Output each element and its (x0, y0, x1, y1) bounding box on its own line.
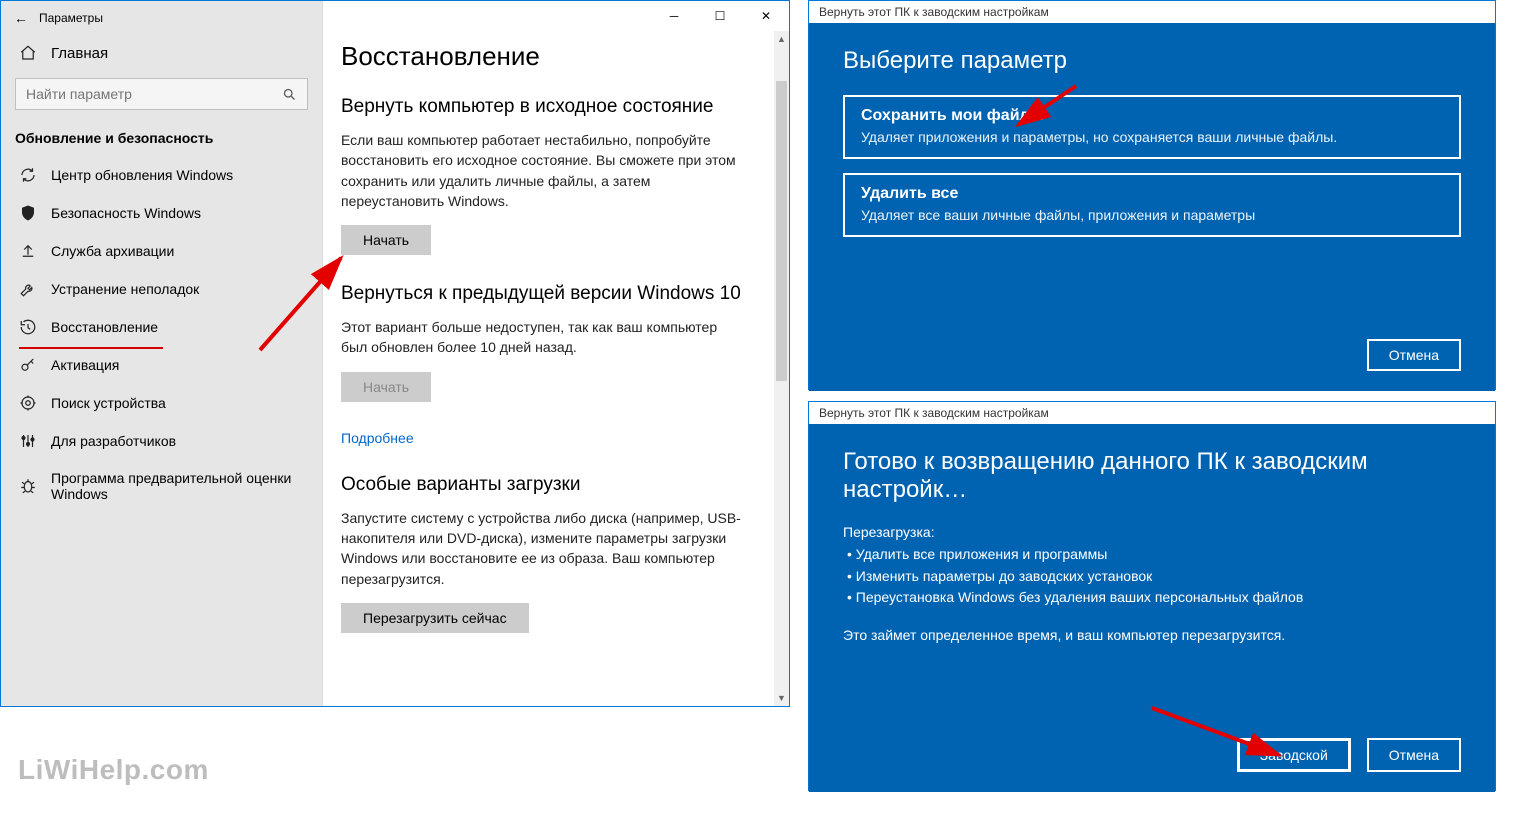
reset-dialog-ready: Вернуть этот ПК к заводским настройкам Г… (808, 401, 1496, 791)
shield-icon (19, 204, 37, 222)
option-remove-all[interactable]: Удалить все Удаляет все ваши личные файл… (843, 173, 1461, 237)
cancel-button[interactable]: Отмена (1367, 339, 1461, 371)
reset-start-button[interactable]: Начать (341, 225, 431, 255)
scrollbar-thumb[interactable] (776, 81, 787, 381)
sidebar-item-label: Устранение неполадок (51, 281, 199, 297)
sidebar-item-troubleshoot[interactable]: Устранение неполадок (1, 270, 322, 308)
watermark: LiWiHelp.com (18, 754, 209, 786)
sidebar-item-update[interactable]: Центр обновления Windows (1, 156, 322, 194)
sidebar-item-insider[interactable]: Программа предварительной оценки Windows (1, 460, 322, 512)
sidebar-home[interactable]: Главная (1, 34, 322, 72)
back-button[interactable]: ← (7, 10, 35, 26)
settings-sidebar: ← Параметры Главная Обновление и безопас… (1, 1, 323, 706)
sidebar-item-recovery[interactable]: Восстановление (1, 308, 322, 346)
option-desc: Удаляет все ваши личные файлы, приложени… (861, 207, 1443, 223)
bullet-item: Изменить параметры до заводских установо… (847, 566, 1461, 588)
minimize-button[interactable]: ─ (651, 1, 697, 31)
annotation-underline (19, 347, 163, 349)
reset-heading: Вернуть компьютер в исходное состояние (341, 96, 744, 118)
bullet-item: Переустановка Windows без удаления ваших… (847, 587, 1461, 609)
reset-body: Если ваш компьютер работает нестабильно,… (341, 130, 744, 211)
option-desc: Удаляет приложения и параметры, но сохра… (861, 129, 1443, 145)
sidebar-item-label: Служба архивации (51, 243, 174, 259)
revert-heading: Вернуться к предыдущей версии Windows 10 (341, 283, 744, 305)
settings-window: ← Параметры Главная Обновление и безопас… (0, 0, 790, 707)
revert-body: Этот вариант больше недоступен, так как … (341, 317, 744, 358)
cancel-button[interactable]: Отмена (1367, 738, 1461, 772)
sidebar-item-label: Поиск устройства (51, 395, 166, 411)
upload-icon (19, 242, 37, 260)
settings-content: ─ ☐ ✕ ▲ ▼ Восстановление Вернуть компьют… (323, 1, 789, 706)
titlebar: ← Параметры (1, 1, 322, 34)
sidebar-item-developers[interactable]: Для разработчиков (1, 422, 322, 460)
home-icon (19, 44, 37, 62)
sidebar-item-label: Для разработчиков (51, 433, 176, 449)
sidebar-item-backup[interactable]: Служба архивации (1, 232, 322, 270)
dialog-subtitle: Перезагрузка: (843, 524, 1461, 540)
scroll-up-icon[interactable]: ▲ (774, 31, 789, 47)
dialog-bullets: Удалить все приложения и программы Измен… (847, 544, 1461, 609)
locate-icon (19, 394, 37, 412)
dialog-heading: Готово к возвращению данного ПК к заводс… (843, 448, 1461, 504)
dialog-title: Вернуть этот ПК к заводским настройкам (809, 402, 1495, 424)
advanced-heading: Особые варианты загрузки (341, 474, 744, 496)
option-keep-files[interactable]: Сохранить мои файлы Удаляет приложения и… (843, 95, 1461, 159)
sidebar-item-label: Программа предварительной оценки Windows (51, 470, 304, 502)
search-box[interactable] (15, 78, 308, 110)
factory-reset-button[interactable]: Заводской (1237, 738, 1351, 772)
advanced-body: Запустите систему с устройства либо диск… (341, 508, 744, 589)
reset-dialog-choose: Вернуть этот ПК к заводским настройкам В… (808, 0, 1496, 390)
sidebar-item-activation[interactable]: Активация (1, 346, 322, 384)
key-icon (19, 356, 37, 374)
search-icon (282, 87, 297, 102)
sliders-icon (19, 432, 37, 450)
close-button[interactable]: ✕ (743, 1, 789, 31)
content-scroll: Восстановление Вернуть компьютер в исход… (323, 31, 774, 706)
restart-now-button[interactable]: Перезагрузить сейчас (341, 603, 529, 633)
window-controls: ─ ☐ ✕ (651, 1, 789, 31)
revert-more-link[interactable]: Подробнее (341, 430, 414, 446)
sidebar-item-find[interactable]: Поиск устройства (1, 384, 322, 422)
option-title: Удалить все (861, 185, 1443, 203)
sidebar-item-label: Безопасность Windows (51, 205, 201, 221)
dialog-heading: Выберите параметр (843, 47, 1461, 75)
scrollbar[interactable]: ▲ ▼ (774, 31, 789, 706)
dialog-title: Вернуть этот ПК к заводским настройкам (809, 1, 1495, 23)
dialog-note: Это займет определенное время, и ваш ком… (843, 627, 1461, 643)
sidebar-home-label: Главная (51, 45, 108, 62)
revert-start-button: Начать (341, 372, 431, 402)
bug-icon (19, 477, 37, 495)
page-title: Восстановление (341, 41, 744, 72)
sidebar-item-label: Активация (51, 357, 119, 373)
sidebar-category: Обновление и безопасность (1, 118, 322, 156)
option-title: Сохранить мои файлы (861, 107, 1443, 125)
maximize-button[interactable]: ☐ (697, 1, 743, 31)
sidebar-item-label: Восстановление (51, 319, 158, 335)
sidebar-item-label: Центр обновления Windows (51, 167, 233, 183)
search-input[interactable] (26, 86, 282, 102)
history-icon (19, 318, 37, 336)
window-title: Параметры (39, 11, 103, 25)
bullet-item: Удалить все приложения и программы (847, 544, 1461, 566)
refresh-icon (19, 166, 37, 184)
scroll-down-icon[interactable]: ▼ (774, 690, 789, 706)
wrench-icon (19, 280, 37, 298)
sidebar-item-security[interactable]: Безопасность Windows (1, 194, 322, 232)
